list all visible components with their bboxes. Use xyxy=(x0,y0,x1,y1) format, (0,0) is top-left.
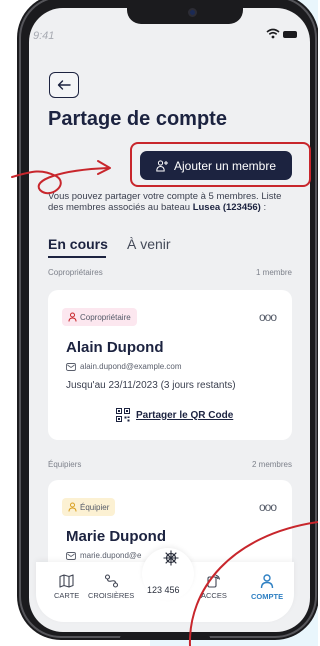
phone-notch xyxy=(127,0,243,24)
nav-item-compte[interactable]: COMPTE xyxy=(251,574,283,601)
mail-icon xyxy=(66,551,76,560)
nav-center-label: 123 456 xyxy=(147,585,180,595)
active-tab-indicator xyxy=(48,256,106,258)
helm-wheel-icon xyxy=(163,550,179,566)
member-name: Alain Dupond xyxy=(66,339,164,356)
user-icon xyxy=(68,312,77,322)
map-icon xyxy=(59,574,74,588)
mockup-stage: 9:41 Partage de compte Ajouter un membre… xyxy=(0,0,318,646)
wifi-icon xyxy=(266,28,280,39)
qr-code-label: Partager le QR Code xyxy=(136,409,234,421)
role-badge: Copropriétaire xyxy=(62,308,137,326)
add-users-icon xyxy=(156,159,168,171)
section-label-coowners: Copropriétaires xyxy=(48,268,103,277)
more-options-icon[interactable]: ooo xyxy=(259,310,277,324)
role-badge: Équipier xyxy=(62,498,116,516)
member-email: marie.dupond@e xyxy=(80,551,142,560)
remote-access-icon xyxy=(207,574,221,588)
qr-code-icon xyxy=(116,408,130,422)
boat-code: (123456) xyxy=(222,202,261,213)
nav-item-acces[interactable]: ACCES xyxy=(201,574,227,600)
role-label: Équipier xyxy=(80,502,110,512)
user-icon xyxy=(68,502,77,512)
tab-upcoming[interactable]: À venir xyxy=(127,236,171,252)
section-count-crew: 2 membres xyxy=(251,460,292,469)
mail-icon xyxy=(66,362,76,371)
route-icon xyxy=(104,574,118,588)
sharing-description: Vous pouvez partager votre compte à 5 me… xyxy=(48,191,292,213)
add-member-button[interactable]: Ajouter un membre xyxy=(140,151,292,180)
more-options-icon[interactable]: ooo xyxy=(259,500,277,514)
share-qr-code-link[interactable]: Partager le QR Code xyxy=(116,408,233,422)
nav-label: CARTE xyxy=(54,591,80,600)
role-label: Copropriétaire xyxy=(80,312,131,322)
boat-name: Lusea xyxy=(192,202,221,213)
arrow-left-icon xyxy=(57,80,71,90)
add-member-label: Ajouter un membre xyxy=(173,158,277,173)
front-camera xyxy=(188,8,197,17)
status-time: 9:41 xyxy=(33,30,55,42)
member-email-row: alain.dupond@example.com xyxy=(66,362,182,371)
member-name: Marie Dupond xyxy=(66,528,166,545)
page-title: Partage de compte xyxy=(48,108,227,130)
description-suffix: : xyxy=(260,202,267,213)
member-email: alain.dupond@example.com xyxy=(80,362,182,371)
tab-current[interactable]: En cours xyxy=(48,236,108,252)
nav-label: ACCES xyxy=(201,591,227,600)
home-indicator xyxy=(120,636,210,639)
nav-item-croisieres[interactable]: CROISIÈRES xyxy=(88,574,134,600)
access-until: Jusqu'au 23/11/2023 (3 jours restants) xyxy=(66,380,236,391)
back-button[interactable] xyxy=(49,72,79,98)
nav-label: CROISIÈRES xyxy=(88,591,135,600)
battery-icon xyxy=(283,31,297,38)
section-label-crew: Équipiers xyxy=(48,460,82,469)
nav-label: COMPTE xyxy=(251,592,284,601)
section-count-coowners: 1 membre xyxy=(255,268,292,277)
nav-item-carte[interactable]: CARTE xyxy=(54,574,79,600)
user-icon xyxy=(260,574,274,589)
